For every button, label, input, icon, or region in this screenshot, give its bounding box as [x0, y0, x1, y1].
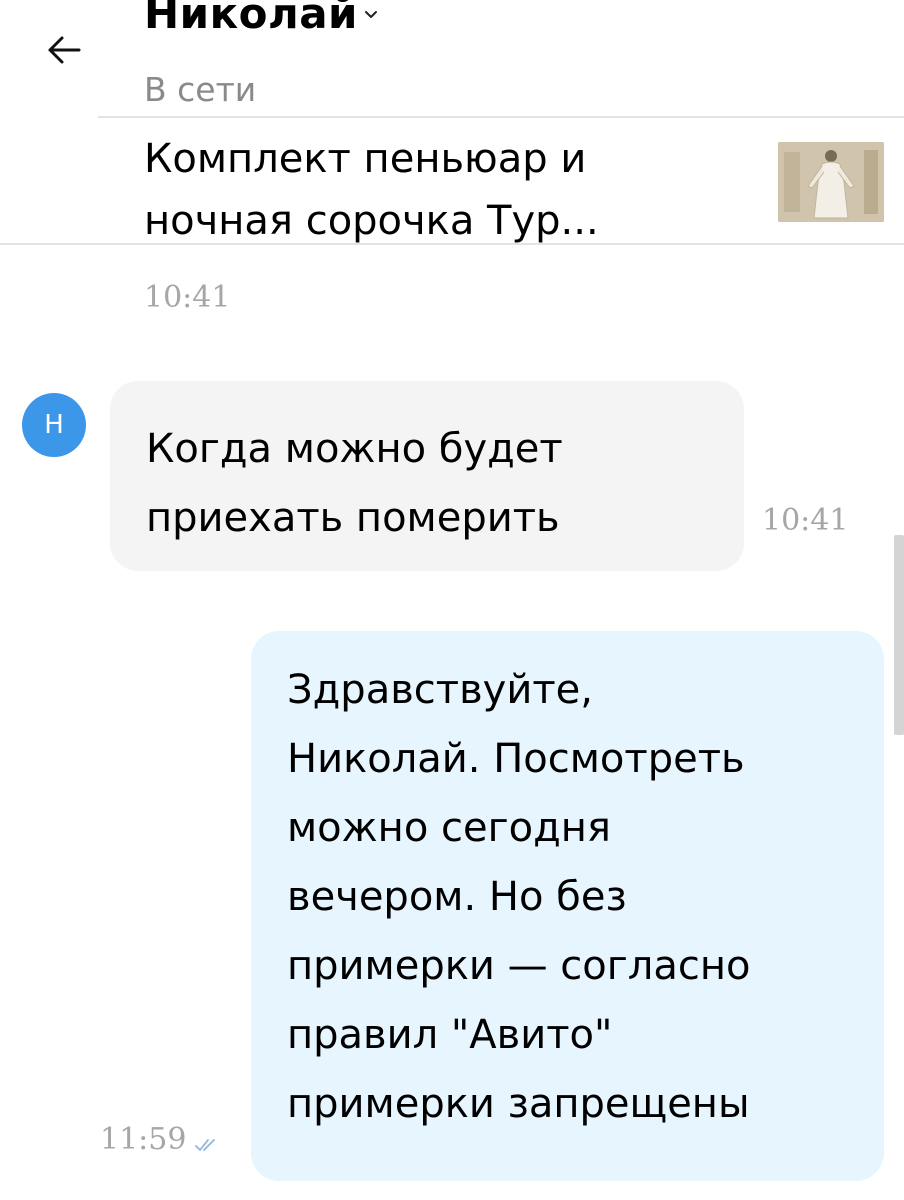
listing-divider [0, 243, 904, 245]
back-button[interactable] [36, 24, 92, 80]
listing-title: Комплект пеньюар и ночная сорочка Тур... [144, 136, 599, 244]
chevron-down-icon [364, 10, 378, 20]
outgoing-message-time: 11:59 [100, 1122, 187, 1157]
outgoing-message-meta: 11:59 [100, 1122, 220, 1157]
incoming-message-bubble[interactable]: Когда можно будет приехать померить [110, 381, 744, 571]
contact-name: Николай [144, 0, 358, 38]
listing-thumbnail[interactable] [778, 142, 884, 222]
scrollbar[interactable] [894, 535, 904, 735]
header-divider [98, 116, 904, 118]
double-check-icon [194, 1137, 220, 1153]
listing-time: 10:41 [144, 280, 231, 315]
listing-card[interactable]: Комплект пеньюар и ночная сорочка Тур... [144, 128, 734, 244]
arrow-left-icon [47, 35, 81, 69]
outgoing-message-bubble[interactable]: Здравствуйте, Николай. Посмотреть можно … [251, 631, 884, 1181]
outgoing-message-text: Здравствуйте, Николай. Посмотреть можно … [287, 667, 751, 1127]
incoming-message-text: Когда можно будет приехать померить [146, 426, 563, 541]
contact-menu[interactable]: Николай [144, 0, 378, 42]
contact-status: В сети [144, 70, 257, 109]
avatar[interactable]: Н [22, 393, 86, 457]
incoming-message-time: 10:41 [762, 503, 849, 538]
